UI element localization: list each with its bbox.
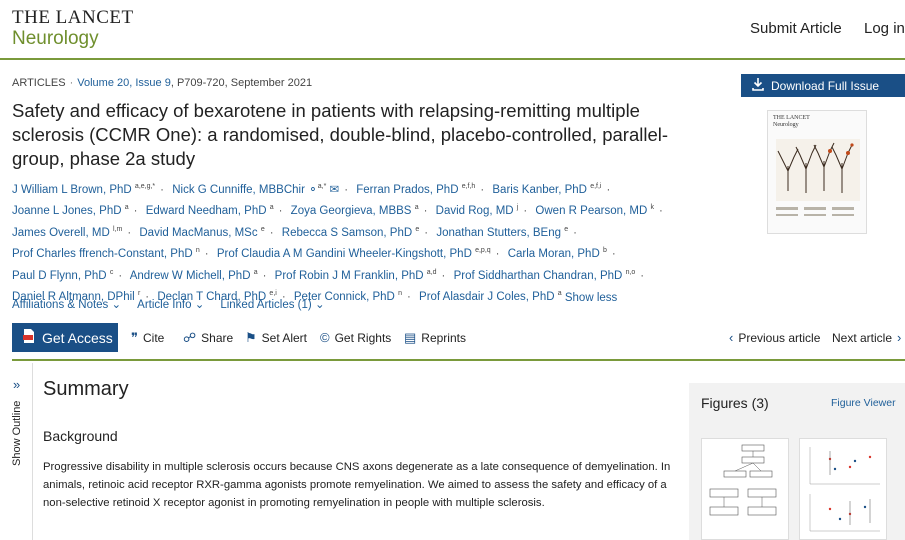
person-icon: ⚬ (308, 183, 318, 196)
set-alert-button[interactable]: ⚑ Set Alert (245, 330, 307, 346)
author-link[interactable]: David MacManus, MSc e (139, 226, 264, 239)
chevron-left-icon: ‹ (729, 330, 734, 345)
mail-icon[interactable]: ✉ (330, 184, 340, 196)
article-meta: ARTICLES · Volume 20, Issue 9, P709-720, S… (12, 77, 313, 89)
author-link[interactable]: Owen R Pearson, MD k (535, 205, 654, 218)
author-link[interactable]: Andrew W Michell, PhD a (130, 269, 258, 282)
site-header: THE LANCET Neurology Submit Article Log … (0, 0, 905, 60)
background-heading: Background (43, 428, 118, 444)
document-icon: ▤ (404, 330, 417, 345)
article-title: Safety and efficacy of bexarotene in pat… (12, 100, 669, 169)
author-link[interactable]: Prof Charles ffrench-Constant, PhD n (12, 248, 200, 261)
figures-panel: Figures (3) Figure Viewer (689, 383, 905, 540)
double-chevron-right-icon[interactable]: » (13, 377, 20, 392)
affiliations-toggle[interactable]: Affiliations & Notes ⌄ (12, 297, 121, 311)
figures-title: Figures (3) (701, 395, 769, 411)
brand-journal[interactable]: Neurology (12, 28, 99, 50)
bell-icon: ⚑ (245, 330, 257, 345)
article-toolbar: Get Access ❞ Cite ☍ Share ⚑ Set Alert © Get … (12, 323, 905, 361)
cite-button[interactable]: ❞ Cite (131, 330, 164, 346)
figure-thumbnail-2[interactable] (799, 438, 887, 540)
get-access-button[interactable]: Get Access (12, 323, 118, 352)
get-rights-button[interactable]: © Get Rights (320, 330, 391, 345)
cover-illustration (776, 139, 860, 216)
show-outline-label[interactable]: Show Outline (11, 396, 23, 466)
submit-article-link[interactable]: Submit Article (750, 20, 842, 37)
author-link[interactable]: Joanne L Jones, PhD a (12, 205, 129, 218)
author-link[interactable]: Prof Claudia A M Gandini Wheeler-Kingsho… (217, 248, 491, 261)
get-access-label: Get Access (42, 329, 113, 346)
author-link[interactable]: Rebecca S Samson, PhD e (282, 226, 420, 239)
next-article-link[interactable]: Next article › (832, 330, 901, 345)
figure-thumbnail-1[interactable] (701, 438, 789, 540)
download-icon (751, 77, 765, 94)
login-link[interactable]: Log in (864, 20, 905, 37)
author-link[interactable]: Zoya Georgieva, MBBS a (291, 205, 419, 218)
author-link[interactable]: J William L Brown, PhD a,e,g,* (12, 183, 155, 196)
show-less-link[interactable]: Show less (565, 291, 617, 303)
pdf-icon (22, 328, 36, 347)
author-link[interactable]: James Overell, MD l,m (12, 226, 122, 239)
plot-thumbnail (809, 447, 880, 532)
figure-viewer-link[interactable]: Figure Viewer (831, 397, 896, 409)
issue-cover[interactable]: THE LANCET Neurology (767, 110, 867, 234)
article-type: ARTICLES (12, 77, 66, 89)
author-link[interactable]: Carla Moran, PhD b (508, 248, 607, 261)
summary-heading: Summary (43, 378, 129, 400)
chevron-down-icon: ⌄ (314, 299, 325, 311)
outline-rail[interactable]: » Show Outline (8, 375, 30, 540)
reprints-button[interactable]: ▤ Reprints (404, 330, 466, 346)
chevron-down-icon: ⌄ (194, 299, 205, 311)
article-expanders: Affiliations & Notes ⌄ Article Info ⌄ Li… (12, 297, 325, 311)
author-list: J William L Brown, PhD a,e,g,* · Nick G C… (12, 183, 663, 304)
author-link[interactable]: Edward Needham, PhD a (146, 205, 274, 218)
author-link[interactable]: Ferran Prados, PhD e,f,h (356, 183, 475, 196)
article-body: Summary Background Progressive disabilit… (32, 363, 678, 540)
author-link[interactable]: Prof Robin J M Franklin, PhD a,d (275, 269, 437, 282)
brand-lancet[interactable]: THE LANCET (12, 7, 134, 29)
previous-article-link[interactable]: ‹ Previous article (729, 330, 820, 345)
share-button[interactable]: ☍ Share (183, 330, 233, 346)
author-link[interactable]: Prof Alasdair J Coles, PhD a (419, 291, 562, 304)
download-full-issue-button[interactable]: Download Full Issue (741, 74, 905, 97)
copyright-icon: © (320, 330, 330, 345)
article-pages: , P709-720, September 2021 (170, 77, 313, 89)
chevron-right-icon: › (897, 330, 902, 345)
article-info-toggle[interactable]: Article Info ⌄ (137, 297, 204, 311)
quote-icon: ❞ (131, 330, 138, 345)
author-link[interactable]: Prof Siddharthan Chandran, PhD n,o (454, 269, 636, 282)
author-link[interactable]: Paul D Flynn, PhD c (12, 269, 113, 282)
background-text: Progressive disability in multiple scler… (43, 461, 671, 509)
flowchart-thumbnail (709, 444, 777, 516)
share-icon: ☍ (183, 330, 197, 345)
author-link[interactable]: Jonathan Stutters, BEng e (436, 226, 568, 239)
author-link[interactable]: David Rog, MD j (436, 205, 519, 218)
download-label: Download Full Issue (771, 78, 880, 93)
author-link[interactable]: Baris Kanber, PhD e,f,i (492, 183, 601, 196)
volume-link[interactable]: Volume 20, Issue 9 (77, 77, 171, 89)
chevron-down-icon: ⌄ (111, 299, 122, 311)
author-link[interactable]: Nick G Cunniffe, MBBChir ⚬a,* ✉ (172, 183, 340, 196)
linked-articles-toggle[interactable]: Linked Articles (1) ⌄ (220, 297, 324, 311)
